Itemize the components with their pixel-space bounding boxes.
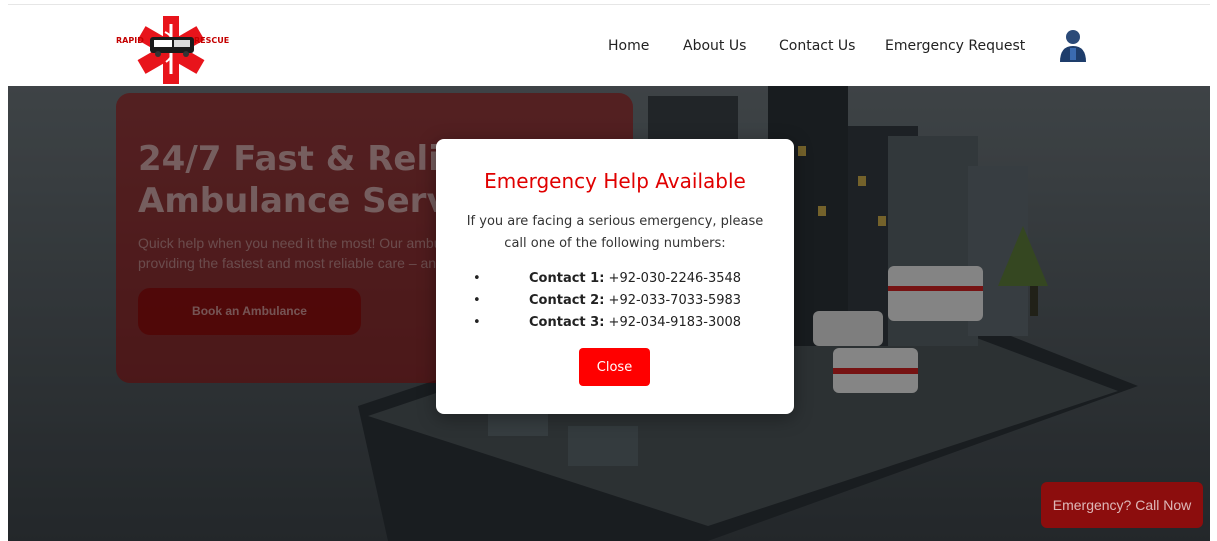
- contact-label: Contact 3:: [529, 315, 605, 330]
- svg-text:RAPID: RAPID: [116, 36, 144, 45]
- emergency-modal: Emergency Help Available If you are faci…: [436, 139, 794, 414]
- list-bullet: •: [473, 271, 481, 286]
- close-button[interactable]: Close: [579, 348, 650, 386]
- contact-label: Contact 2:: [529, 293, 605, 308]
- user-avatar-icon[interactable]: [1058, 28, 1088, 64]
- contact-number: +92-030-2246-3548: [608, 271, 742, 286]
- contact-number: +92-033-7033-5983: [608, 293, 742, 308]
- navbar: RAPID RESCUE Home About Us Contact Us Em…: [8, 5, 1210, 86]
- svg-text:RESCUE: RESCUE: [194, 36, 229, 45]
- emergency-call-now-button[interactable]: Emergency? Call Now: [1041, 482, 1203, 528]
- contact-number: +92-034-9183-3008: [608, 315, 742, 330]
- modal-message: If you are facing a serious emergency, p…: [466, 214, 764, 251]
- star-of-life-logo-icon: RAPID RESCUE: [116, 16, 229, 84]
- list-bullet: •: [473, 315, 481, 330]
- nav-contact-link[interactable]: Contact Us: [779, 38, 855, 54]
- nav-emergency-request-link[interactable]: Emergency Request: [885, 38, 1025, 54]
- nav-home-link[interactable]: Home: [608, 38, 649, 54]
- list-bullet: •: [473, 293, 481, 308]
- logo[interactable]: RAPID RESCUE: [114, 13, 250, 87]
- modal-title: Emergency Help Available: [484, 169, 746, 193]
- nav-about-link[interactable]: About Us: [683, 38, 746, 54]
- contact-label: Contact 1:: [529, 271, 605, 286]
